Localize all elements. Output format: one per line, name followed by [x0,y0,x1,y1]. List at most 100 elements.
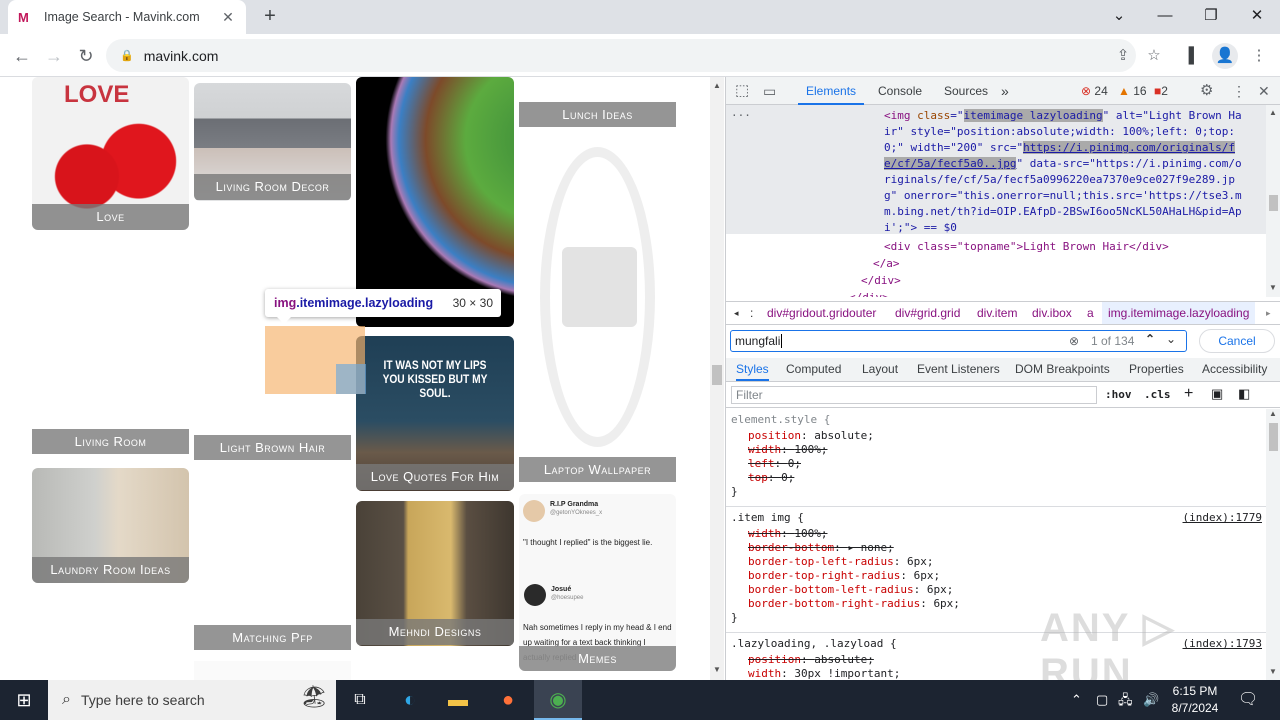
scroll-thumb[interactable] [1269,423,1278,451]
scroll-up-icon[interactable]: ▲ [1269,409,1277,418]
scroll-thumb[interactable] [1269,195,1278,211]
volume-icon[interactable]: 🔊 [1143,680,1159,720]
scroll-down-icon[interactable]: ▼ [713,665,721,674]
forward-icon[interactable]: → [40,42,68,70]
css-property[interactable]: position: absolute; [748,429,874,443]
next-match-icon[interactable]: ⌄ [1166,332,1176,346]
tab-styles[interactable]: Styles [736,362,769,381]
breadcrumb-item[interactable]: : [750,306,753,320]
dom-line[interactable]: <img class="itemimage lazyloading" alt="… [884,108,1242,124]
device-toolbar-icon[interactable]: ▭ [763,77,776,105]
tab-event-listeners[interactable]: Event Listeners [917,362,1000,376]
settings-gear-icon[interactable]: ⚙ [1200,77,1213,105]
more-tabs-icon[interactable]: » [1001,77,1009,105]
dom-line[interactable]: m.bing.net/th?id=OIP.EAfpD-2BSwI6oo5NcKL… [884,204,1242,220]
css-property[interactable]: left: 0; [748,457,801,471]
dom-line[interactable]: ir" style="position:absolute;width: 100%… [884,124,1235,140]
css-property[interactable]: border-top-left-radius: 6px; [748,555,933,569]
cls-toggle[interactable]: .cls [1144,388,1171,401]
clear-search-icon[interactable]: ⊗ [1069,334,1079,348]
tab-accessibility[interactable]: Accessibility [1202,362,1267,376]
src-link[interactable]: e/cf/5a/fecf5a0..jpg [884,157,1017,170]
dom-line[interactable]: <div class="topname">Light Brown Hair</d… [884,239,1169,255]
breadcrumb-item[interactable]: div.ibox [1032,306,1072,320]
dom-search-input[interactable]: mungfali ⊗ 1 of 134 ⌃ ⌄ [730,330,1187,352]
browser-tab[interactable]: M Image Search - Mavink.com ✕ [8,0,246,34]
profile-icon[interactable]: 👤 [1212,43,1238,69]
css-property[interactable]: top: 0; [748,471,794,485]
styles-filter-input[interactable]: Filter [731,386,1097,404]
paint-brush-icon[interactable]: ▣ [1211,386,1223,402]
dom-line[interactable]: 0;" width="200" src="https://i.pinimg.co… [884,140,1235,156]
page-scrollbar[interactable]: ▲ ▼ [710,77,724,680]
css-property[interactable]: border-bottom-left-radius: 6px; [748,583,953,597]
dom-line[interactable]: e/cf/5a/fecf5a0..jpg" data-src="https://… [884,156,1242,172]
address-bar[interactable]: 🔒 mavink.com [106,39,1136,72]
new-rule-icon[interactable]: + [1184,385,1193,403]
css-property[interactable]: width: 100%; [748,527,828,541]
close-devtools-icon[interactable]: ✕ [1258,77,1270,105]
breadcrumb-left-icon[interactable]: ◂ [734,308,739,319]
tab-layout[interactable]: Layout [862,362,898,376]
devtools-menu-icon[interactable]: ⋮ [1232,77,1246,105]
tab-computed[interactable]: Computed [786,362,841,376]
task-view-icon[interactable]: ⧉ [336,680,384,720]
scroll-up-icon[interactable]: ▲ [713,81,721,90]
css-property[interactable]: border-bottom: ▸ none; [748,541,894,555]
css-property[interactable]: position: absolute; [748,653,874,667]
dom-tree[interactable]: ... <img class="itemimage lazyloading" a… [726,105,1266,297]
tile-lunch-ideas[interactable]: Lunch Ideas [519,102,676,127]
inspect-element-icon[interactable]: ⬚ [735,77,749,105]
tile-living-room-decor[interactable]: Living Room Decor [194,83,351,201]
tile-love-quotes-for-him[interactable]: IT WAS NOT MY LIPS YOU KISSED BUT MY SOU… [356,336,514,491]
rule-selector[interactable]: element.style { [731,413,830,427]
minimize-icon[interactable]: — [1142,2,1188,30]
network-icon[interactable]: 🖧 [1118,680,1133,720]
share-icon[interactable]: ⇪ [1110,43,1136,69]
chrome-icon[interactable]: ◉ [534,680,582,720]
tab-elements[interactable]: Elements [798,77,865,105]
errors-badge[interactable]: ⊗ 24 [1081,77,1108,105]
rule-selector[interactable]: .lazyloading, .lazyload { [731,637,897,651]
tile-laptop-wallpaper[interactable]: Laptop Wallpaper [519,457,676,482]
close-tab-icon[interactable]: ✕ [220,9,236,26]
css-property[interactable]: width: 30px !important; [748,667,900,680]
camera-tray-icon[interactable]: ▢ [1096,680,1108,720]
tile-love[interactable]: LOVE Love [32,77,189,230]
css-property[interactable]: border-top-right-radius: 6px; [748,569,940,583]
issues-badge[interactable]: ■2 [1154,77,1168,105]
taskbar-search[interactable]: ⌕ Type here to search 🏖 [48,680,336,720]
breadcrumb-item[interactable]: a [1087,306,1094,320]
dom-line[interactable]: i';"> == $0 [884,220,957,236]
firefox-icon[interactable]: ● [484,680,532,720]
dom-line[interactable]: </div> [849,290,889,297]
dom-scrollbar[interactable]: ▲ ▼ [1266,105,1280,297]
menu-icon[interactable]: ⋮ [1246,43,1272,69]
breadcrumb-item-selected[interactable]: img.itemimage.lazyloading [1102,302,1256,324]
restore-icon[interactable]: ❐ [1188,2,1234,30]
tab-console[interactable]: Console [878,77,922,105]
tile-memes[interactable]: R.I.P Grandma @getonYOknees_x "I thought… [519,494,676,671]
scroll-thumb[interactable] [712,365,722,385]
windows-start-icon[interactable]: ⊞ [0,680,48,720]
hov-toggle[interactable]: :hov [1105,388,1132,401]
new-tab-button[interactable]: + [258,4,282,28]
tile-light-brown-hair[interactable]: Light Brown Hair [194,435,351,460]
dom-line[interactable]: riginals/fe/cf/5a/fecf5a0996220ea7370e9c… [884,172,1235,188]
cancel-search-button[interactable]: Cancel [1199,329,1275,353]
back-icon[interactable]: ← [8,42,36,70]
bookmark-star-icon[interactable]: ☆ [1141,43,1167,69]
show-hidden-icons[interactable]: ⌃ [1071,680,1082,720]
css-property[interactable]: width: 100%; [748,443,828,457]
reload-icon[interactable]: ↻ [72,42,100,70]
system-clock[interactable]: 6:15 PM 8/7/2024 [1160,683,1230,717]
scroll-up-icon[interactable]: ▲ [1269,108,1277,117]
close-window-icon[interactable]: ✕ [1234,2,1280,30]
edge-icon[interactable]: ◐ [386,680,434,720]
tile-laundry-room-ideas[interactable]: Laundry Room Ideas [32,468,189,583]
file-explorer-icon[interactable]: ▬ [434,680,482,720]
css-property[interactable]: border-bottom-right-radius: 6px; [748,597,960,611]
notifications-icon[interactable]: 🗨 [1238,680,1258,720]
tab-dom-breakpoints[interactable]: DOM Breakpoints [1015,362,1110,376]
rule-selector[interactable]: .item img { [731,511,804,525]
